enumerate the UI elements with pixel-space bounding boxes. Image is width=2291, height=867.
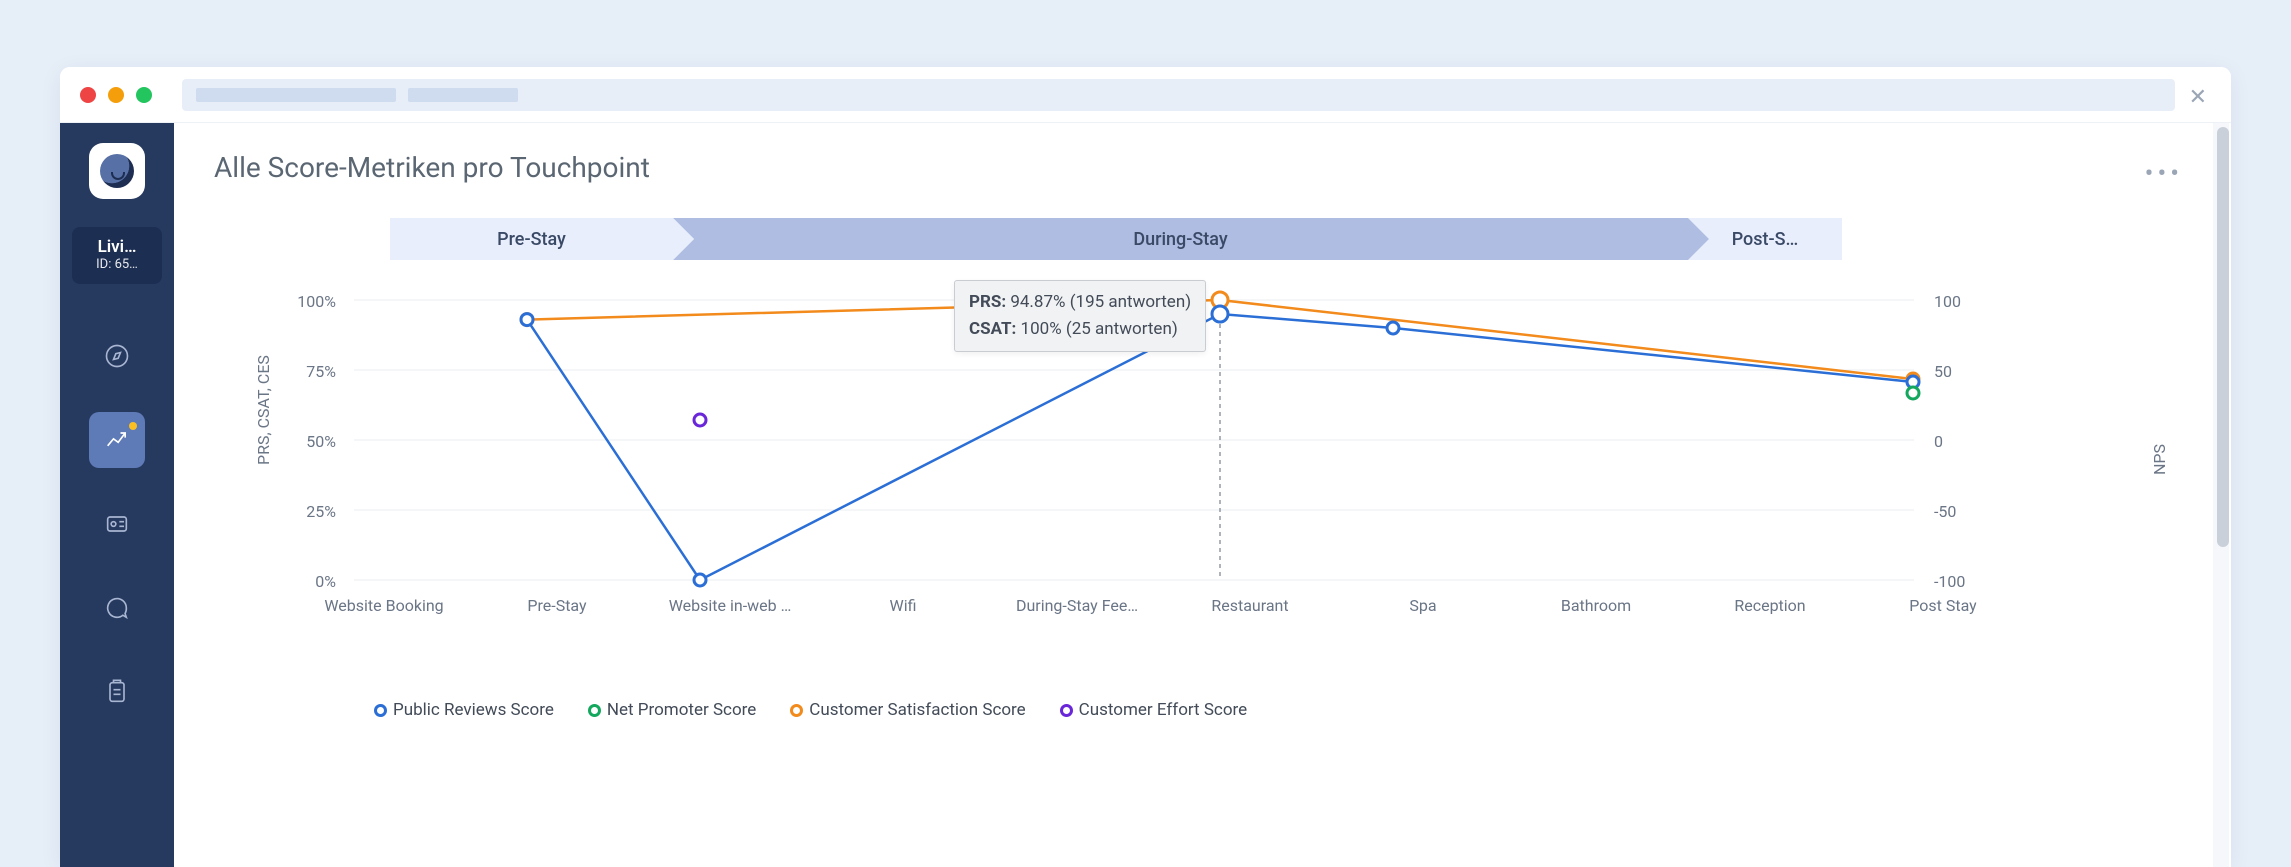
sidebar: Livi… ID: 65…: [60, 123, 174, 867]
chart-legend: Public Reviews Score Net Promoter Score …: [374, 700, 1247, 720]
phase-label: Pre-Stay: [489, 229, 574, 250]
nav-compass[interactable]: [89, 328, 145, 384]
nav-analytics[interactable]: [89, 412, 145, 468]
phase-bar: Pre-Stay During-Stay Post-S…: [390, 218, 1842, 260]
clipboard-icon: [103, 678, 131, 706]
legend-item-ces[interactable]: Customer Effort Score: [1060, 700, 1248, 720]
xcat: Reception: [1734, 596, 1805, 615]
legend-label: Customer Satisfaction Score: [809, 700, 1025, 720]
tooltip-csat-value: 100% (25 antworten): [1021, 319, 1178, 339]
xcat: Website in-web …: [669, 596, 792, 615]
account-name: Livi…: [80, 237, 154, 257]
circle-icon: [374, 704, 387, 717]
tooltip-prs-label: PRS:: [969, 292, 1006, 312]
close-window-button[interactable]: [80, 87, 96, 103]
circle-icon: [588, 704, 601, 717]
chart-tooltip: PRS: 94.87% (195 antworten) CSAT: 100% (…: [954, 280, 1206, 352]
xcat: Pre-Stay: [527, 596, 586, 615]
xcat: Wifi: [890, 596, 917, 615]
touchpoint-chart: PRS, CSAT, CES NPS 0% 25% 50% 75% 100% -…: [244, 280, 2164, 690]
tooltip-csat-label: CSAT:: [969, 319, 1016, 339]
nav-chat[interactable]: [89, 580, 145, 636]
nav: [60, 328, 174, 720]
phase-label: Post-S…: [1724, 229, 1807, 250]
xcat: Restaurant: [1211, 596, 1288, 615]
minimize-window-button[interactable]: [108, 87, 124, 103]
chat-icon: [103, 594, 131, 622]
legend-label: Public Reviews Score: [393, 700, 554, 720]
circle-icon: [1060, 704, 1073, 717]
phase-pre-stay[interactable]: Pre-Stay: [390, 218, 673, 260]
chart-line-icon: [103, 426, 131, 454]
url-bar[interactable]: [182, 79, 2175, 111]
url-skeleton: [196, 88, 396, 102]
xcat: Website Booking: [324, 596, 443, 615]
compass-icon: [103, 342, 131, 370]
circle-icon: [790, 704, 803, 717]
titlebar: ✕: [60, 67, 2231, 123]
xcat: Post Stay: [1909, 596, 1976, 615]
xcat: Spa: [1409, 596, 1436, 615]
tooltip-prs-value: 94.87% (195 antworten): [1010, 292, 1191, 312]
phase-post-stay[interactable]: Post-S…: [1688, 218, 1842, 260]
more-options-button[interactable]: •••: [2145, 159, 2183, 189]
scrollbar-thumb[interactable]: [2217, 127, 2229, 547]
url-skeleton: [408, 88, 518, 102]
id-card-icon: [103, 510, 131, 538]
account-card[interactable]: Livi… ID: 65…: [72, 227, 162, 284]
account-id: ID: 65…: [80, 257, 154, 272]
close-icon[interactable]: ✕: [2189, 85, 2207, 110]
legend-item-nps[interactable]: Net Promoter Score: [588, 700, 756, 720]
smiley-logo-icon: [100, 154, 134, 188]
app-window: ✕ Livi… ID: 65…: [60, 67, 2231, 867]
phase-label: During-Stay: [1125, 229, 1235, 250]
nav-id-card[interactable]: [89, 496, 145, 552]
nav-clipboard[interactable]: [89, 664, 145, 720]
legend-item-csat[interactable]: Customer Satisfaction Score: [790, 700, 1025, 720]
window-controls: [80, 87, 152, 103]
app-logo[interactable]: [89, 143, 145, 199]
content: Alle Score-Metriken pro Touchpoint ••• P…: [174, 123, 2231, 867]
page-title: Alle Score-Metriken pro Touchpoint: [214, 151, 2191, 184]
phase-during-stay[interactable]: During-Stay: [673, 218, 1688, 260]
legend-label: Customer Effort Score: [1079, 700, 1248, 720]
legend-item-prs[interactable]: Public Reviews Score: [374, 700, 554, 720]
xcat: Bathroom: [1561, 596, 1631, 615]
xcat: During-Stay Fee…: [1016, 596, 1138, 615]
maximize-window-button[interactable]: [136, 87, 152, 103]
legend-label: Net Promoter Score: [607, 700, 756, 720]
